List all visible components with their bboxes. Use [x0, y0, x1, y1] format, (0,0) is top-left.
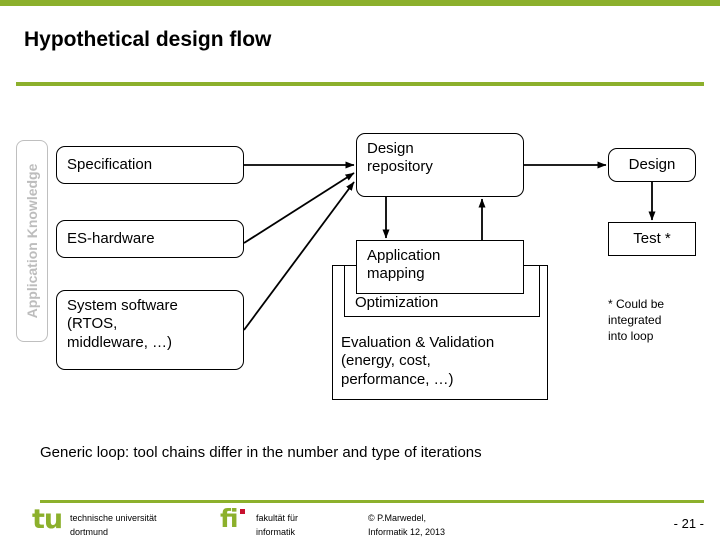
- node-es-hardware[interactable]: ES-hardware: [56, 220, 244, 258]
- node-system-software[interactable]: System software (RTOS, middleware, …): [56, 290, 244, 370]
- footer-rule: [40, 500, 704, 503]
- arrow-eshardware-to-repository: [243, 172, 355, 244]
- title-underline-rule: [16, 82, 704, 86]
- node-test[interactable]: Test *: [608, 222, 696, 256]
- fi-name-line1: fakultät für: [256, 513, 299, 523]
- tu-dortmund-name: technische universität dortmund: [70, 512, 157, 539]
- node-design-label: Design: [628, 155, 676, 173]
- node-application-mapping-label: Application mapping: [367, 247, 441, 283]
- top-accent-bar: [0, 0, 720, 6]
- node-specification-label: Specification: [67, 155, 153, 173]
- application-knowledge-band: Application Knowledge: [16, 140, 48, 342]
- page-number: - 21 -: [673, 516, 704, 531]
- node-application-mapping[interactable]: Application mapping: [356, 240, 524, 294]
- copyright-line2: Informatik 12, 2013: [368, 526, 446, 537]
- application-knowledge-label: Application Knowledge: [24, 163, 40, 319]
- node-evaluation-validation-label: Evaluation & Validation (energy, cost, p…: [341, 334, 495, 388]
- node-design-repository[interactable]: Design repository: [356, 133, 524, 197]
- node-test-label: Test *: [633, 229, 671, 247]
- node-design[interactable]: Design: [608, 148, 696, 182]
- node-design-repository-label: Design repository: [367, 140, 433, 176]
- tu-name-line2: dortmund: [70, 526, 109, 537]
- fi-name-line2: informatik: [256, 526, 296, 537]
- copyright-line1: © P.Marwedel,: [368, 513, 426, 523]
- node-es-hardware-label: ES-hardware: [67, 229, 155, 247]
- informatik-logo: fi: [220, 504, 239, 533]
- test-footnote: * Could be integrated into loop: [608, 297, 665, 344]
- slide-caption: Generic loop: tool chains differ in the …: [40, 444, 482, 461]
- informatik-logo-dot-icon: [240, 509, 245, 514]
- slide-canvas: Hypothetical design flow Application Kno…: [0, 0, 720, 540]
- page-title: Hypothetical design flow: [24, 28, 272, 51]
- node-specification[interactable]: Specification: [56, 146, 244, 184]
- copyright-notice: © P.Marwedel, Informatik 12, 2013: [368, 512, 445, 539]
- tu-dortmund-logo: tu: [32, 504, 63, 535]
- node-system-software-label: System software (RTOS, middleware, …): [67, 297, 178, 351]
- tu-name-line1: technische universität: [70, 513, 157, 523]
- informatik-faculty-name: fakultät für informatik: [256, 512, 298, 539]
- node-optimization-label: Optimization: [355, 294, 439, 311]
